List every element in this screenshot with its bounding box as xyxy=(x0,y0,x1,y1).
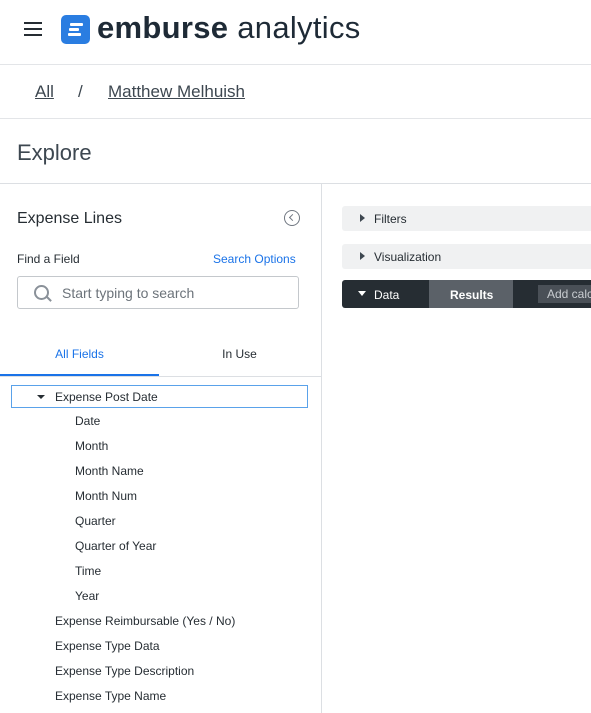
tab-all-fields[interactable]: All Fields xyxy=(0,336,159,376)
caret-down-icon xyxy=(37,395,45,399)
breadcrumb-user[interactable]: Matthew Melhuish xyxy=(108,82,245,102)
field-date[interactable]: Date xyxy=(75,414,100,428)
breadcrumb-all[interactable]: All xyxy=(35,82,54,102)
results-label: Results xyxy=(450,288,494,302)
field-picker-panel: Expense Lines Find a Field Search Option… xyxy=(0,184,322,713)
field-quarter[interactable]: Quarter xyxy=(75,514,116,528)
find-field-label: Find a Field xyxy=(17,252,80,266)
filters-label: Filters xyxy=(374,212,407,226)
tabs-divider xyxy=(0,376,321,377)
menu-icon[interactable] xyxy=(24,22,42,38)
tab-all-fields-label: All Fields xyxy=(55,347,104,361)
data-label: Data xyxy=(374,288,400,302)
field-search-box[interactable] xyxy=(17,276,299,309)
data-bar: Data Results Add calc xyxy=(342,280,591,308)
field-expense-reimbursable[interactable]: Expense Reimbursable (Yes / No) xyxy=(55,614,235,628)
logo-text-product: analytics xyxy=(228,10,361,45)
field-expense-type-description[interactable]: Expense Type Description xyxy=(55,664,194,678)
field-month-num[interactable]: Month Num xyxy=(75,489,137,503)
add-calculation-button[interactable]: Add calc xyxy=(538,285,591,303)
data-toggle[interactable]: Data xyxy=(342,280,429,308)
logo-text: emburse analytics xyxy=(97,10,361,46)
search-icon xyxy=(34,285,49,300)
visualization-section[interactable]: Visualization xyxy=(342,244,591,269)
emburse-logo-icon xyxy=(61,15,90,44)
field-quarter-of-year[interactable]: Quarter of Year xyxy=(75,539,156,553)
tab-in-use-label: In Use xyxy=(222,347,257,361)
field-month[interactable]: Month xyxy=(75,439,108,453)
collapse-panel-icon[interactable] xyxy=(284,210,300,226)
field-year[interactable]: Year xyxy=(75,589,99,603)
field-search-input[interactable] xyxy=(62,283,290,303)
filters-section[interactable]: Filters xyxy=(342,206,591,231)
breadcrumb: All / Matthew Melhuish xyxy=(0,65,591,119)
add-calc-label: Add calc xyxy=(547,287,591,301)
breadcrumb-separator: / xyxy=(78,82,83,101)
field-month-name[interactable]: Month Name xyxy=(75,464,144,478)
page-title: Explore xyxy=(17,140,92,165)
field-expense-type-data[interactable]: Expense Type Data xyxy=(55,639,160,653)
search-options-link[interactable]: Search Options xyxy=(213,252,296,266)
field-group-label: Expense Post Date xyxy=(55,390,158,404)
explore-name: Expense Lines xyxy=(17,210,122,227)
results-area: Filters Visualization Data Results Add c… xyxy=(322,184,591,713)
caret-down-icon xyxy=(358,291,366,296)
logo-text-brand: emburse xyxy=(97,10,229,45)
caret-right-icon xyxy=(360,214,365,222)
field-expense-type-name[interactable]: Expense Type Name xyxy=(55,689,166,703)
tab-results[interactable]: Results xyxy=(429,280,513,308)
caret-right-icon xyxy=(360,252,365,260)
tab-in-use[interactable]: In Use xyxy=(160,336,319,376)
field-time[interactable]: Time xyxy=(75,564,101,578)
visualization-label: Visualization xyxy=(374,250,442,264)
field-group-expense-post-date[interactable]: Expense Post Date xyxy=(11,385,308,408)
top-bar: emburse analytics xyxy=(0,0,591,65)
